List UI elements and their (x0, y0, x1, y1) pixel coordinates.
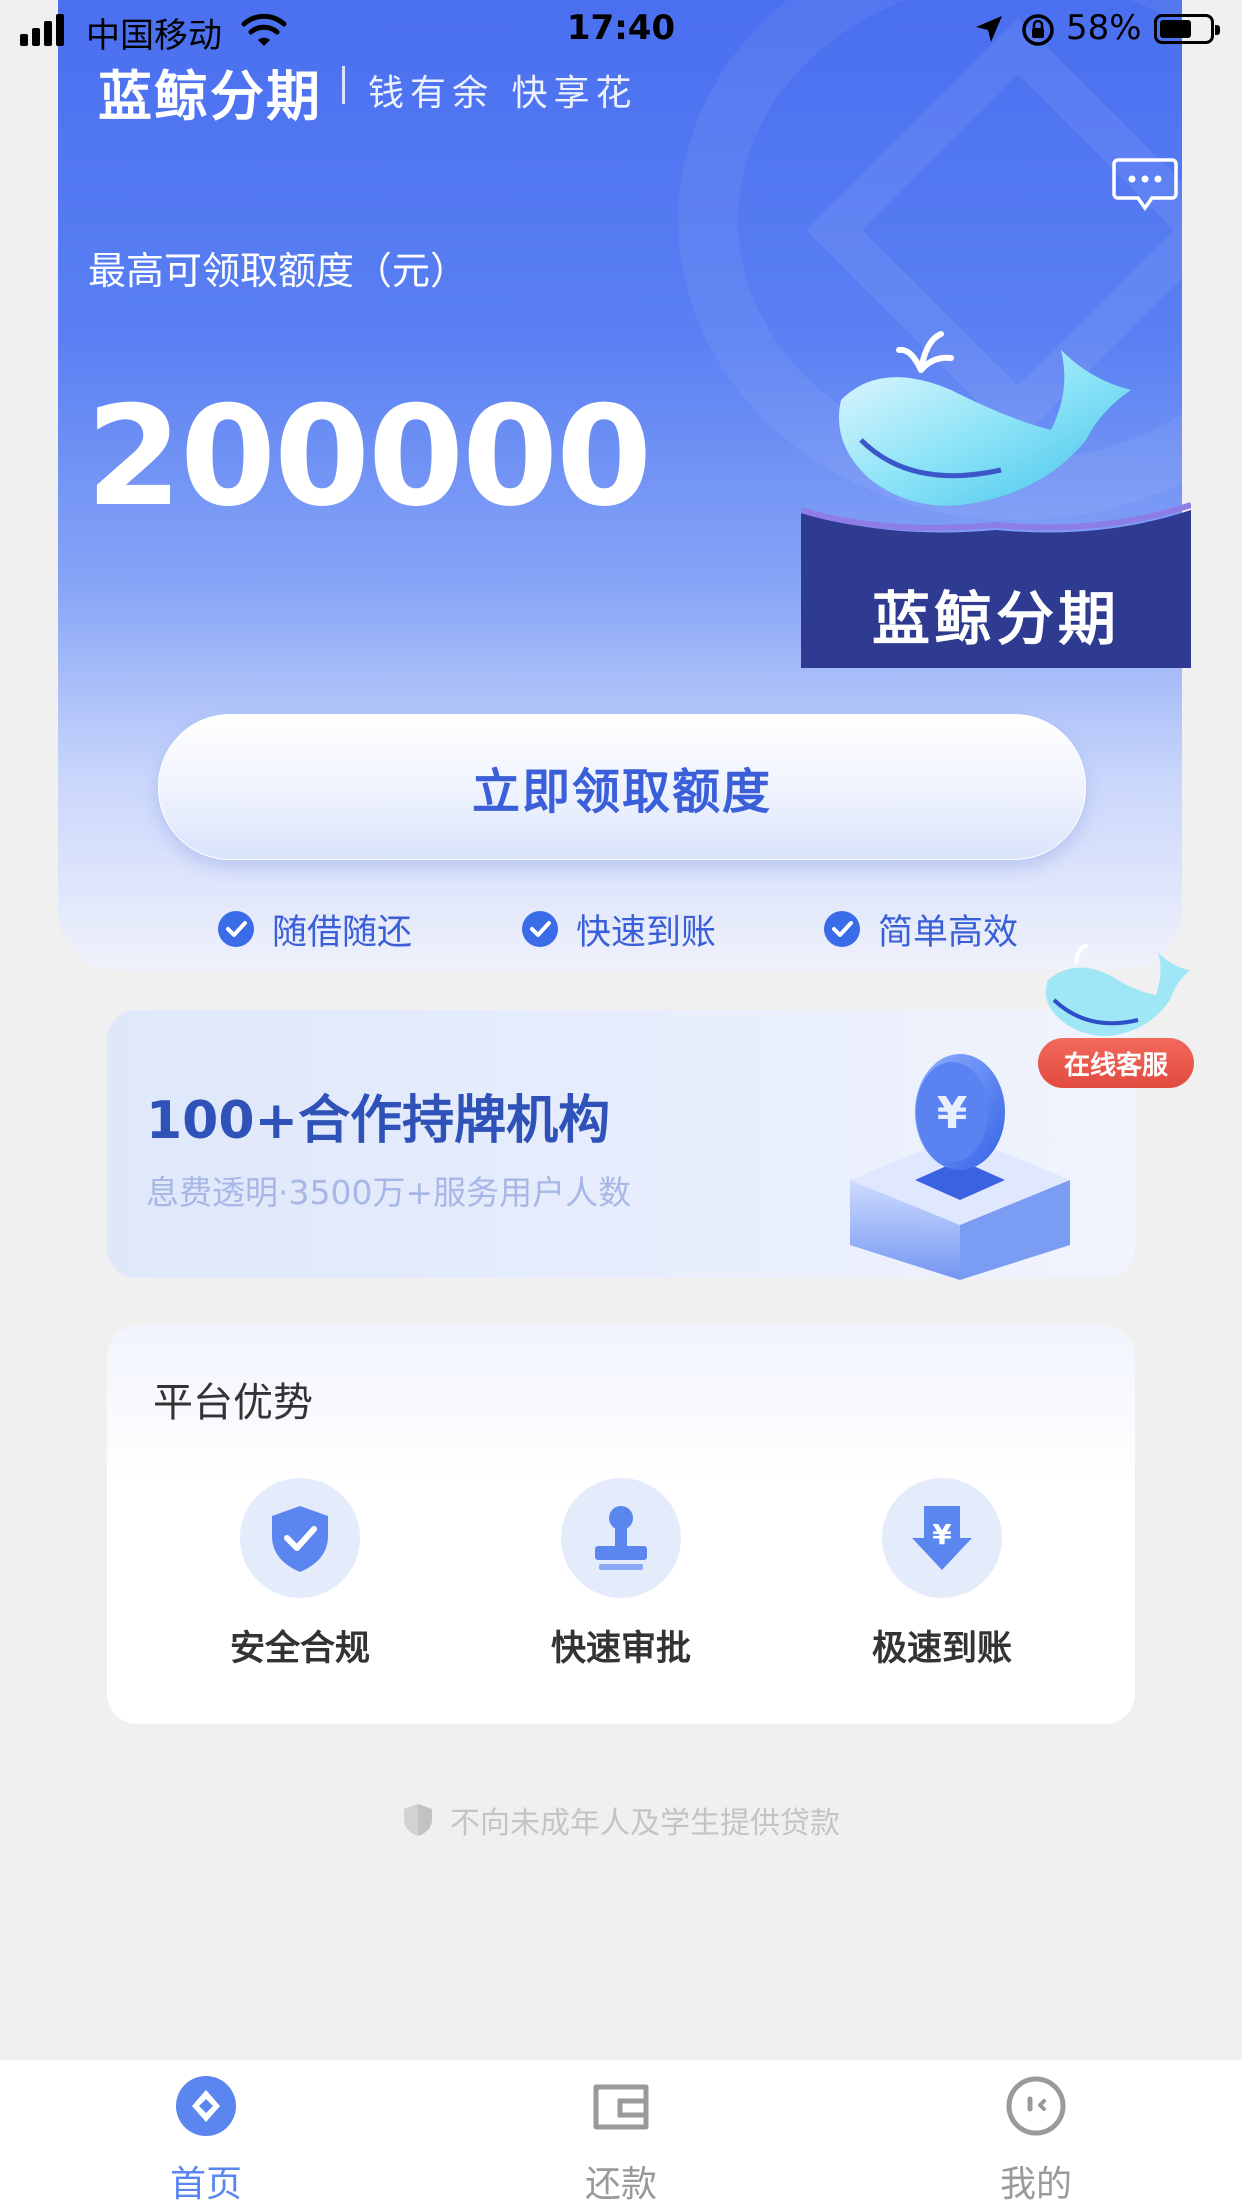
cooperation-title: 100+合作持牌机构 (146, 1091, 611, 1151)
yuan-arrow-down-icon: ¥ (912, 1506, 972, 1570)
notice: 不向未成年人及学生提供贷款 (0, 1798, 1242, 1842)
cooperation-subtitle: 息费透明·3500万+服务用户人数 (146, 1173, 632, 1212)
svg-text:¥: ¥ (932, 1518, 952, 1551)
online-service-button[interactable]: 在线客服 (1038, 1038, 1194, 1088)
claim-limit-button[interactable]: 立即领取额度 (158, 714, 1086, 860)
advantage-item: 安全合规 (200, 1478, 400, 1671)
brand-logo: 蓝鲸分期 (800, 320, 1192, 668)
notice-text: 不向未成年人及学生提供贷款 (450, 1806, 840, 1841)
rotation-lock-icon (1022, 14, 1054, 46)
brand-divider (342, 66, 345, 104)
svg-text:¥: ¥ (937, 1088, 968, 1139)
battery-percent: 58% (1066, 8, 1142, 48)
feature-label: 随借随还 (272, 912, 413, 953)
home-icon (176, 2076, 236, 2136)
service-whale-icon[interactable] (1038, 940, 1194, 1050)
tab-home[interactable]: 首页 (106, 2075, 306, 2207)
wallet-icon (593, 2084, 649, 2130)
status-bar: 中国移动 17:40 58% (0, 0, 1242, 60)
tab-profile[interactable]: 我的 (936, 2075, 1136, 2207)
advantage-label: 安全合规 (229, 1629, 370, 1669)
tab-repay[interactable]: 还款 (521, 2075, 721, 2207)
message-icon[interactable] (1112, 156, 1178, 212)
feature-item: 随借随还 (218, 904, 412, 954)
advantages-title: 平台优势 (153, 1380, 313, 1426)
feature-label: 快速到账 (576, 912, 717, 953)
advantage-label: 快速审批 (550, 1629, 691, 1669)
shield-check-icon (272, 1506, 328, 1572)
check-circle-icon (824, 911, 860, 947)
brand-slogan: 钱有余 快享花 (368, 73, 638, 114)
profile-icon (1006, 2076, 1066, 2136)
check-circle-icon (522, 911, 558, 947)
limit-label: 最高可领取额度（元） (88, 249, 469, 293)
brand-title: 蓝鲸分期 (98, 65, 322, 128)
battery-icon (1154, 14, 1220, 44)
limit-value: 200000 (86, 376, 652, 537)
shield-icon (404, 1804, 432, 1836)
logo-text: 蓝鲸分期 (871, 585, 1120, 653)
check-circle-icon (218, 911, 254, 947)
feature-label: 简单高效 (878, 912, 1019, 953)
tab-label: 首页 (169, 2164, 242, 2205)
tab-label: 还款 (584, 2164, 657, 2205)
advantage-label: 极速到账 (871, 1629, 1012, 1669)
stamp-icon (595, 1506, 647, 1570)
advantage-item: ¥ 极速到账 (842, 1478, 1042, 1671)
feature-item: 简单高效 (824, 904, 1018, 954)
tab-label: 我的 (999, 2164, 1072, 2205)
feature-item: 快速到账 (522, 904, 716, 954)
advantage-item: 快速审批 (521, 1478, 721, 1671)
location-arrow-icon (976, 16, 1002, 42)
